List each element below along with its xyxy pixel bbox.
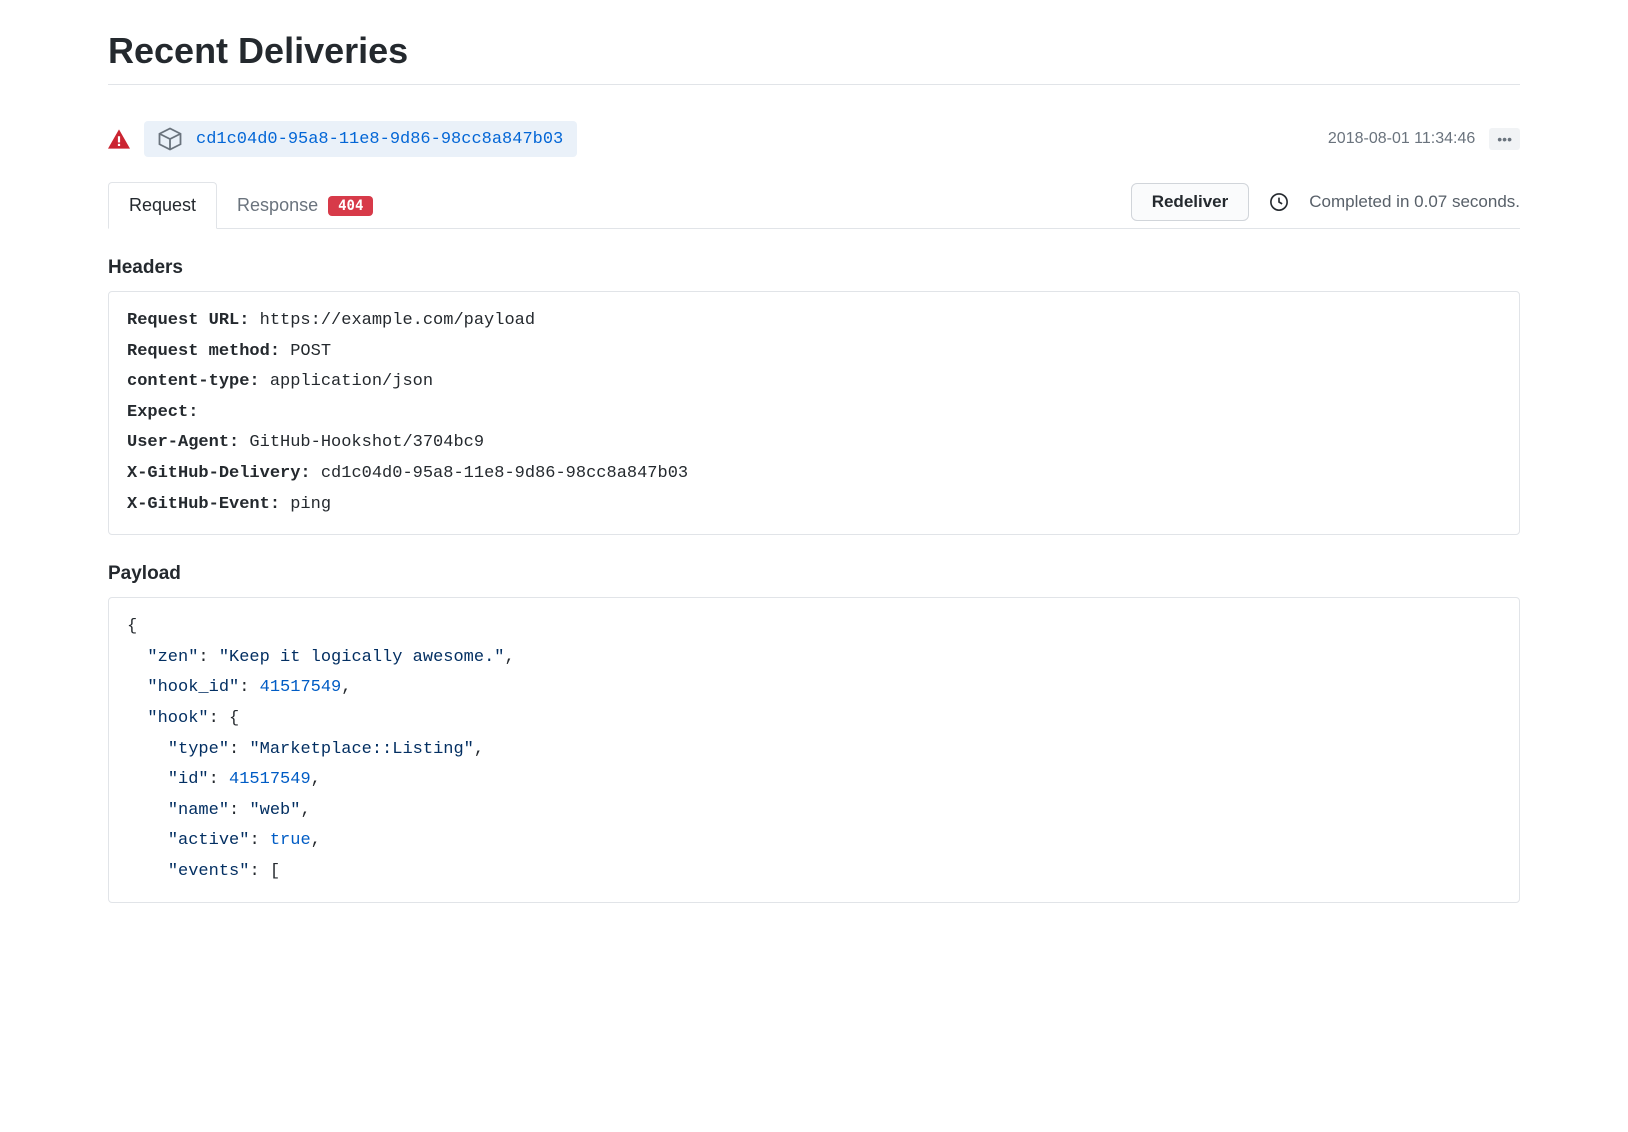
completed-text: Completed in 0.07 seconds.: [1309, 192, 1520, 212]
alert-icon: [108, 128, 130, 150]
tab-response[interactable]: Response 404: [217, 183, 393, 228]
delivery-id: cd1c04d0-95a8-11e8-9d86-98cc8a847b03: [196, 130, 563, 149]
delivery-chip[interactable]: cd1c04d0-95a8-11e8-9d86-98cc8a847b03: [144, 121, 577, 157]
headers-heading: Headers: [108, 257, 1520, 279]
payload-box: { "zen": "Keep it logically awesome.", "…: [108, 597, 1520, 902]
headers-box: Request URL: https://example.com/payload…: [108, 291, 1520, 535]
tab-response-label: Response: [237, 195, 318, 216]
clock-icon: [1269, 192, 1289, 212]
response-status-badge: 404: [328, 196, 373, 216]
delivery-row: cd1c04d0-95a8-11e8-9d86-98cc8a847b03 201…: [108, 101, 1520, 171]
tab-request-label: Request: [129, 195, 196, 216]
delivery-timestamp: 2018-08-01 11:34:46: [1328, 130, 1475, 148]
tabs: Request Response 404 Redeliver Completed…: [108, 181, 1520, 229]
tab-request[interactable]: Request: [108, 182, 217, 229]
payload-heading: Payload: [108, 563, 1520, 585]
page-title: Recent Deliveries: [108, 30, 1520, 85]
package-icon: [158, 127, 182, 151]
redeliver-button[interactable]: Redeliver: [1131, 183, 1250, 221]
delivery-menu-button[interactable]: •••: [1489, 128, 1520, 150]
